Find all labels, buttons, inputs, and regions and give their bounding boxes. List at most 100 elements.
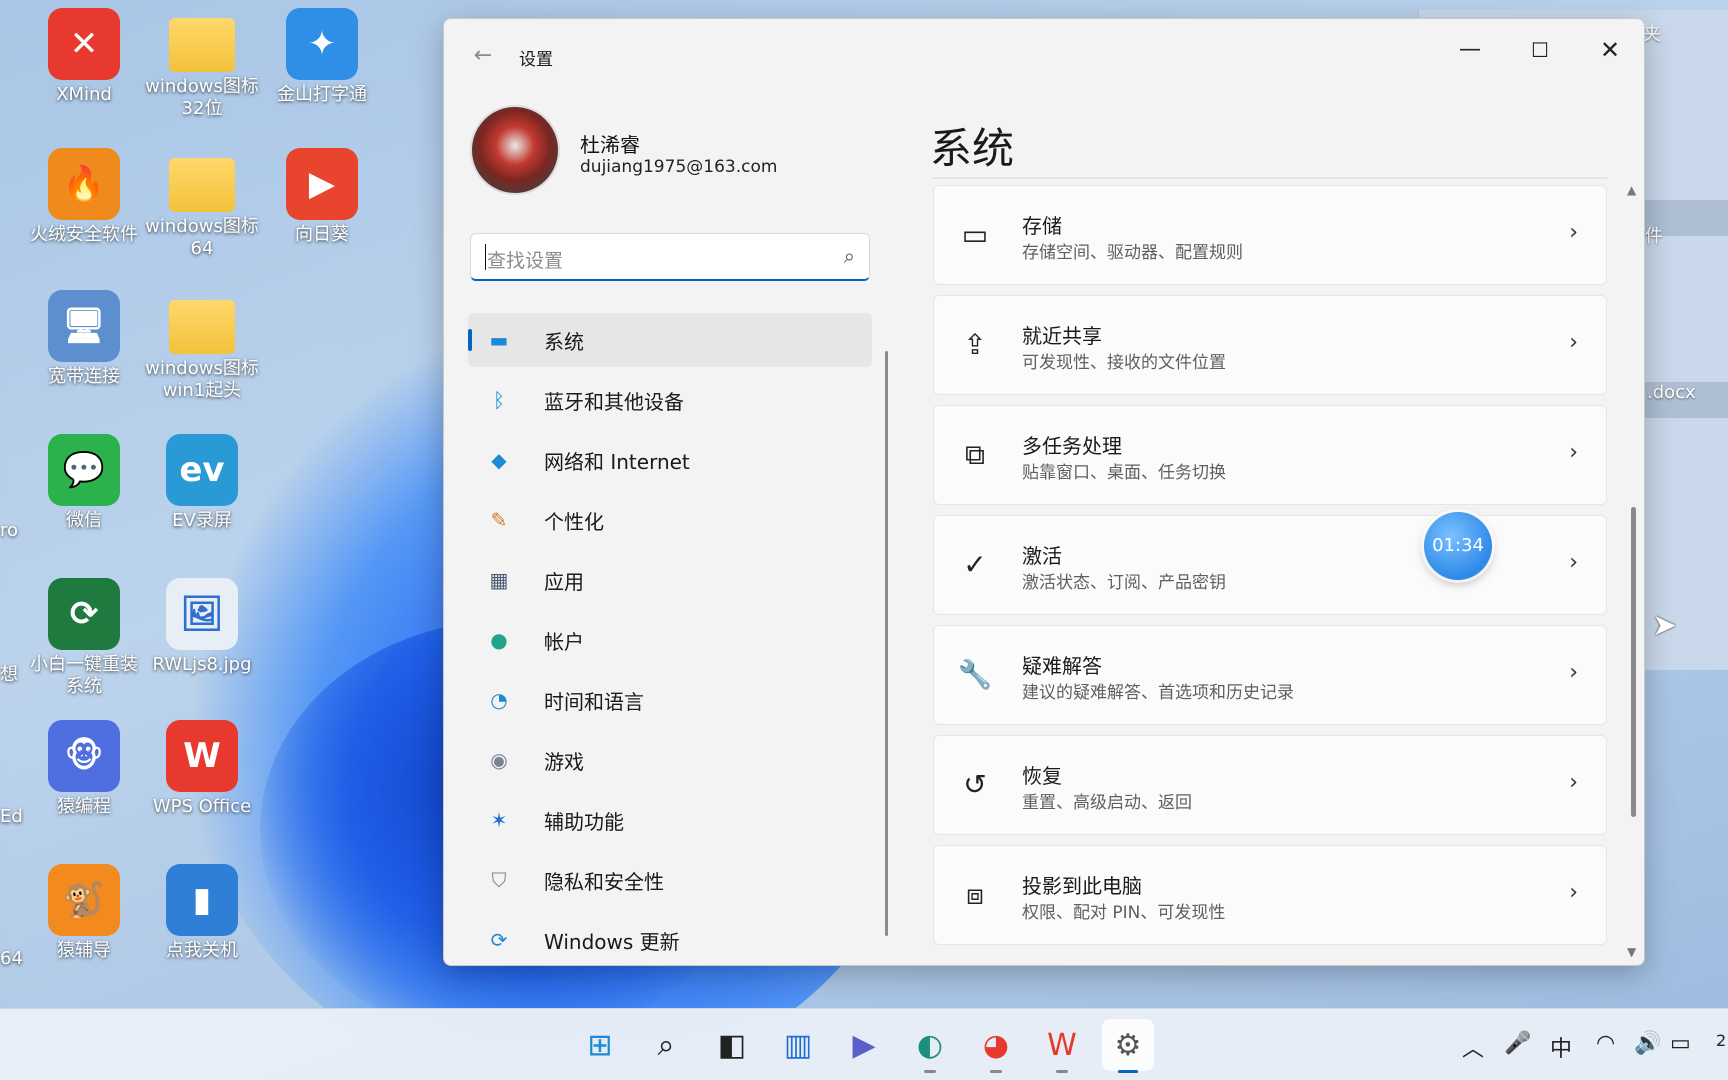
desktop-icon[interactable]: W WPS Office [142, 720, 262, 818]
bg-window-label: 夹 [1643, 24, 1661, 45]
search-icon[interactable]: ⌕ [844, 244, 855, 268]
chrome-icon: ◕ [982, 1027, 1010, 1063]
chevron-right-icon: › [1569, 440, 1578, 465]
desktop-icon[interactable]: 🐒 猿辅导 [24, 864, 144, 962]
desktop-icon[interactable]: ✦ 金山打字通 [262, 8, 382, 106]
desktop-icon[interactable]: 🐵 猿编程 [24, 720, 144, 818]
clock[interactable]: 2 [1716, 1031, 1726, 1050]
desktop-icon-label: 宽带连接 [48, 366, 120, 387]
tray-overflow[interactable]: ︿ [1462, 1031, 1484, 1063]
edge-button[interactable]: ◐ [904, 1019, 956, 1073]
card-subtitle: 建议的疑难解答、首选项和历史记录 [1022, 683, 1294, 703]
recording-timer[interactable]: 01:34 [1424, 512, 1492, 580]
main-scrollbar-thumb[interactable] [1631, 507, 1636, 817]
taskbar-search-button[interactable]: ⌕ [640, 1019, 692, 1071]
nav-item-label: 网络和 Internet [544, 449, 690, 474]
back-arrow-icon[interactable]: ← [468, 41, 498, 71]
card-title: 恢复 [1022, 764, 1062, 788]
title-bar[interactable]: ← 设置 — ☐ ✕ [444, 19, 1644, 89]
minimize-button[interactable]: — [1438, 27, 1502, 73]
chrome-button[interactable]: ◕ [970, 1019, 1022, 1073]
desktop-edge-label: ro [0, 520, 19, 541]
nav-privacy[interactable]: ⛉ 隐私和安全性 [468, 853, 872, 907]
desktop-icon[interactable]: 💬 微信 [24, 434, 144, 532]
wps-taskbar-button[interactable]: W [1036, 1019, 1088, 1073]
desktop-icon-label: RWLjs8.jpg [152, 654, 252, 675]
nav-network[interactable]: ◆ 网络和 Internet [468, 433, 872, 487]
shutdown-file-icon: ▮ [166, 864, 238, 936]
start-button[interactable]: ⊞ [574, 1019, 626, 1071]
desktop-edge-label: Ed [0, 806, 23, 827]
desktop-icon[interactable]: ▮ 点我关机 [142, 864, 262, 962]
card-subtitle: 可发现性、接收的文件位置 [1022, 353, 1226, 373]
account-icon: ● [490, 628, 508, 652]
desktop-icon[interactable]: 🖼 RWLjs8.jpg [142, 578, 262, 676]
desktop-icon[interactable]: ▶ 向日葵 [262, 148, 382, 246]
search-input[interactable]: 查找设置 ⌕ [470, 233, 870, 281]
nav-gaming[interactable]: ◉ 游戏 [468, 733, 872, 787]
widgets-button[interactable]: ▥ [772, 1019, 824, 1071]
card-projecting[interactable]: ⧈ 投影到此电脑 权限、配对 PIN、可发现性 › [933, 845, 1607, 945]
card-subtitle: 权限、配对 PIN、可发现性 [1022, 903, 1226, 923]
desktop-icon[interactable]: ev EV录屏 [142, 434, 262, 532]
tray-ime[interactable]: 中 [1550, 1031, 1572, 1063]
chat-button[interactable]: ▶ [838, 1019, 890, 1071]
tray-volume[interactable]: 🔊 [1634, 1031, 1661, 1056]
nav-accounts[interactable]: ● 帐户 [468, 613, 872, 667]
tray-battery[interactable]: ▭ [1670, 1031, 1691, 1056]
card-activation[interactable]: ✓ 激活 激活状态、订阅、产品密钥 › [933, 515, 1607, 615]
card-storage[interactable]: ▭ 存储 存储空间、驱动器、配置规则 › [933, 185, 1607, 285]
maximize-button[interactable]: ☐ [1508, 27, 1572, 73]
nav-apps[interactable]: ▦ 应用 [468, 553, 872, 607]
nav-item-label: 游戏 [544, 749, 584, 774]
card-title: 就近共享 [1022, 324, 1102, 348]
card-recovery[interactable]: ↺ 恢复 重置、高级启动、返回 › [933, 735, 1607, 835]
typing-app-icon: ✦ [286, 8, 358, 80]
speaker-icon: 🔊 [1634, 1031, 1662, 1056]
wifi-icon: ◆ [491, 448, 507, 472]
nav-bluetooth[interactable]: ᛒ 蓝牙和其他设备 [468, 373, 872, 427]
nav-time-language[interactable]: ◔ 时间和语言 [468, 673, 872, 727]
tray-mic[interactable]: 🎤 [1504, 1031, 1531, 1056]
nav-system[interactable]: ▬ 系统 [468, 313, 872, 367]
nav-personalization[interactable]: ✎ 个性化 [468, 493, 872, 547]
sunflower-icon: ▶ [286, 148, 358, 220]
desktop-edge-label: 64 [0, 948, 23, 969]
nav-accessibility[interactable]: ✶ 辅助功能 [468, 793, 872, 847]
desktop-icon[interactable]: windows图标32位 [142, 8, 262, 120]
desktop-icon-label: windows图标win1起头 [145, 358, 259, 401]
task-view-button[interactable]: ◧ [706, 1019, 758, 1071]
avatar[interactable] [470, 105, 560, 195]
sidebar-scrollbar[interactable] [885, 351, 888, 936]
desktop-icon[interactable]: ✕ XMind [24, 8, 144, 106]
card-title: 投影到此电脑 [1022, 874, 1142, 898]
windows-start-icon: ⊞ [587, 1027, 613, 1063]
widgets-icon: ▥ [783, 1027, 813, 1063]
desktop-icon[interactable]: 🔥 火绒安全软件 [24, 148, 144, 246]
scroll-down-arrow-icon[interactable]: ▼ [1627, 945, 1636, 959]
tray-wifi[interactable]: ◠ [1596, 1031, 1615, 1056]
nav-item-label: 帐户 [544, 629, 584, 654]
nav-windows-update[interactable]: ⟳ Windows 更新 [468, 913, 872, 965]
close-button[interactable]: ✕ [1578, 27, 1642, 73]
battery-icon: ▭ [1670, 1031, 1691, 1056]
desktop-icon[interactable]: windows图标64 [142, 148, 262, 260]
chevron-right-icon: › [1569, 770, 1578, 795]
card-title: 疑难解答 [1022, 654, 1102, 678]
card-nearby-sharing[interactable]: ⇪ 就近共享 可发现性、接收的文件位置 › [933, 295, 1607, 395]
desktop-icon[interactable]: 🖥 宽带连接 [24, 290, 144, 388]
settings-taskbar-button[interactable]: ⚙ [1102, 1019, 1154, 1073]
card-troubleshoot[interactable]: 🔧 疑难解答 建议的疑难解答、首选项和历史记录 › [933, 625, 1607, 725]
huorong-icon: 🔥 [48, 148, 120, 220]
desktop-icon[interactable]: windows图标win1起头 [142, 290, 262, 402]
globe-clock-icon: ◔ [490, 688, 508, 712]
user-profile[interactable]: 杜浠睿 dujiang1975@163.com [470, 105, 777, 195]
desktop-icon-label: 火绒安全软件 [30, 224, 138, 245]
card-multitasking[interactable]: ⧉ 多任务处理 贴靠窗口、桌面、任务切换 › [933, 405, 1607, 505]
nav-item-label: 蓝牙和其他设备 [544, 389, 684, 414]
scroll-up-arrow-icon[interactable]: ▲ [1627, 183, 1636, 197]
list-divider [933, 177, 1607, 179]
update-icon: ⟳ [490, 928, 508, 952]
bg-window-label: .docx [1647, 382, 1696, 403]
desktop-icon[interactable]: ⟳ 小白一键重装系统 [24, 578, 144, 698]
